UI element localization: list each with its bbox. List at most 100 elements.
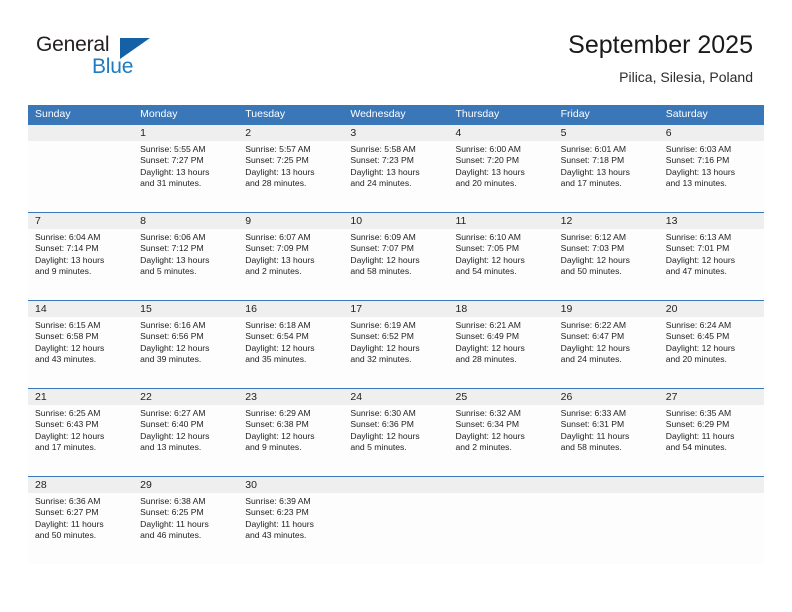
day-details: Sunrise: 6:32 AM Sunset: 6:34 PM Dayligh… bbox=[456, 405, 554, 453]
day-details: Sunrise: 6:12 AM Sunset: 7:03 PM Dayligh… bbox=[561, 229, 659, 277]
day-cell[interactable]: 21 Sunrise: 6:25 AM Sunset: 6:43 PM Dayl… bbox=[28, 389, 133, 476]
sunset-text: Sunset: 6:23 PM bbox=[245, 507, 309, 518]
day-details: Sunrise: 6:24 AM Sunset: 6:45 PM Dayligh… bbox=[666, 317, 764, 365]
day-details: Sunrise: 6:38 AM Sunset: 6:25 PM Dayligh… bbox=[140, 493, 238, 541]
daylight-text-line1: Daylight: 13 hours bbox=[245, 166, 315, 177]
daylight-text-line1: Daylight: 13 hours bbox=[140, 166, 210, 177]
daylight-text-line2: and 9 minutes. bbox=[35, 265, 92, 276]
sunrise-text: Sunrise: 6:15 AM bbox=[35, 320, 101, 330]
daylight-text-line1: Daylight: 12 hours bbox=[455, 254, 525, 265]
sunrise-text: Sunrise: 6:22 AM bbox=[560, 320, 627, 330]
general-blue-logo[interactable]: General Blue bbox=[36, 33, 236, 89]
day-cell[interactable] bbox=[449, 477, 554, 564]
day-cell[interactable]: 18 Sunrise: 6:21 AM Sunset: 6:49 PM Dayl… bbox=[449, 301, 554, 388]
logo-text-general: General bbox=[36, 33, 110, 56]
sunrise-text: Sunrise: 6:32 AM bbox=[455, 408, 521, 418]
day-cell[interactable]: 2 Sunrise: 5:57 AM Sunset: 7:25 PM Dayli… bbox=[238, 125, 343, 212]
day-cell[interactable]: 6 Sunrise: 6:03 AM Sunset: 7:16 PM Dayli… bbox=[659, 125, 764, 212]
sunset-text: Sunset: 6:49 PM bbox=[455, 331, 520, 342]
day-details: Sunrise: 6:04 AM Sunset: 7:14 PM Dayligh… bbox=[35, 229, 133, 277]
day-cell[interactable]: 13 Sunrise: 6:13 AM Sunset: 7:01 PM Dayl… bbox=[659, 213, 764, 300]
day-cell[interactable]: 11 Sunrise: 6:10 AM Sunset: 7:05 PM Dayl… bbox=[449, 213, 554, 300]
daylight-text-line1: Daylight: 12 hours bbox=[350, 430, 420, 441]
daylight-text-line1: Daylight: 13 hours bbox=[245, 254, 315, 265]
day-cell[interactable]: 1 Sunrise: 5:55 AM Sunset: 7:27 PM Dayli… bbox=[133, 125, 238, 212]
sunset-text: Sunset: 7:14 PM bbox=[35, 243, 99, 254]
day-cell[interactable]: 12 Sunrise: 6:12 AM Sunset: 7:03 PM Dayl… bbox=[554, 213, 659, 300]
title-block: September 2025 Pilica, Silesia, Poland bbox=[568, 30, 753, 87]
day-cell[interactable]: 7 Sunrise: 6:04 AM Sunset: 7:14 PM Dayli… bbox=[28, 213, 133, 300]
week-row: 1 Sunrise: 5:55 AM Sunset: 7:27 PM Dayli… bbox=[28, 124, 764, 212]
weekday-header-saturday: Saturday bbox=[665, 108, 708, 120]
sunrise-text: Sunrise: 6:16 AM bbox=[140, 320, 206, 330]
weekday-header-monday: Monday bbox=[140, 108, 178, 120]
day-cell[interactable]: 10 Sunrise: 6:09 AM Sunset: 7:07 PM Dayl… bbox=[343, 213, 448, 300]
sunset-text: Sunset: 6:58 PM bbox=[35, 331, 99, 342]
day-cell[interactable] bbox=[659, 477, 764, 564]
day-cell[interactable]: 23 Sunrise: 6:29 AM Sunset: 6:38 PM Dayl… bbox=[238, 389, 343, 476]
sunset-text: Sunset: 6:45 PM bbox=[665, 331, 730, 342]
day-cell[interactable]: 19 Sunrise: 6:22 AM Sunset: 6:47 PM Dayl… bbox=[554, 301, 659, 388]
day-cell[interactable]: 8 Sunrise: 6:06 AM Sunset: 7:12 PM Dayli… bbox=[133, 213, 238, 300]
day-cell[interactable]: 28 Sunrise: 6:36 AM Sunset: 6:27 PM Dayl… bbox=[28, 477, 133, 564]
day-number: 17 bbox=[350, 303, 363, 315]
day-details: Sunrise: 6:30 AM Sunset: 6:36 PM Dayligh… bbox=[350, 405, 448, 453]
day-cell[interactable]: 30 Sunrise: 6:39 AM Sunset: 6:23 PM Dayl… bbox=[238, 477, 343, 564]
sunrise-text: Sunrise: 6:00 AM bbox=[455, 144, 521, 154]
day-details: Sunrise: 6:00 AM Sunset: 7:20 PM Dayligh… bbox=[456, 141, 554, 189]
daylight-text-line1: Daylight: 11 hours bbox=[35, 518, 104, 529]
day-cell[interactable] bbox=[28, 125, 133, 212]
day-number: 27 bbox=[665, 391, 678, 403]
daylight-text-line1: Daylight: 12 hours bbox=[665, 342, 736, 353]
daylight-text-line2: and 13 minutes. bbox=[665, 177, 727, 188]
sunset-text: Sunset: 6:36 PM bbox=[350, 419, 414, 430]
daylight-text-line1: Daylight: 13 hours bbox=[560, 166, 630, 177]
day-number: 11 bbox=[455, 215, 467, 227]
day-cell[interactable]: 5 Sunrise: 6:01 AM Sunset: 7:18 PM Dayli… bbox=[554, 125, 659, 212]
day-number: 10 bbox=[350, 215, 363, 227]
day-cell[interactable]: 15 Sunrise: 6:16 AM Sunset: 6:56 PM Dayl… bbox=[133, 301, 238, 388]
day-details: Sunrise: 6:16 AM Sunset: 6:56 PM Dayligh… bbox=[140, 317, 238, 365]
day-cell[interactable]: 27 Sunrise: 6:35 AM Sunset: 6:29 PM Dayl… bbox=[659, 389, 764, 476]
daylight-text-line2: and 39 minutes. bbox=[140, 353, 202, 364]
day-details: Sunrise: 6:13 AM Sunset: 7:01 PM Dayligh… bbox=[666, 229, 764, 277]
day-number: 7 bbox=[35, 215, 41, 227]
week-row: 21 Sunrise: 6:25 AM Sunset: 6:43 PM Dayl… bbox=[28, 388, 764, 476]
day-number: 3 bbox=[350, 127, 357, 139]
day-cell[interactable]: 16 Sunrise: 6:18 AM Sunset: 6:54 PM Dayl… bbox=[238, 301, 343, 388]
page-title: September 2025 bbox=[568, 31, 753, 59]
day-cell[interactable] bbox=[554, 477, 659, 564]
day-cell[interactable]: 14 Sunrise: 6:15 AM Sunset: 6:58 PM Dayl… bbox=[28, 301, 133, 388]
day-cell[interactable]: 24 Sunrise: 6:30 AM Sunset: 6:36 PM Dayl… bbox=[343, 389, 448, 476]
day-cell[interactable]: 26 Sunrise: 6:33 AM Sunset: 6:31 PM Dayl… bbox=[554, 389, 659, 476]
daylight-text-line2: and 32 minutes. bbox=[350, 353, 412, 364]
daylight-text-line2: and 47 minutes. bbox=[665, 265, 727, 276]
daylight-text-line1: Daylight: 13 hours bbox=[665, 166, 736, 177]
sunrise-text: Sunrise: 6:25 AM bbox=[35, 408, 101, 418]
daylight-text-line2: and 54 minutes. bbox=[665, 441, 727, 452]
day-cell[interactable]: 9 Sunrise: 6:07 AM Sunset: 7:09 PM Dayli… bbox=[238, 213, 343, 300]
sunrise-text: Sunrise: 6:06 AM bbox=[140, 232, 206, 242]
weekday-header-friday: Friday bbox=[560, 108, 590, 120]
daylight-text-line2: and 2 minutes. bbox=[245, 265, 302, 276]
sunrise-text: Sunrise: 5:58 AM bbox=[350, 144, 416, 154]
day-details: Sunrise: 6:33 AM Sunset: 6:31 PM Dayligh… bbox=[561, 405, 659, 453]
daylight-text-line1: Daylight: 12 hours bbox=[35, 430, 105, 441]
day-number: 8 bbox=[140, 215, 146, 227]
sunrise-text: Sunrise: 6:30 AM bbox=[350, 408, 416, 418]
day-number: 25 bbox=[455, 391, 468, 403]
sunrise-text: Sunrise: 6:09 AM bbox=[350, 232, 416, 242]
day-cell[interactable]: 17 Sunrise: 6:19 AM Sunset: 6:52 PM Dayl… bbox=[343, 301, 448, 388]
sunset-text: Sunset: 6:52 PM bbox=[350, 331, 414, 342]
day-details: Sunrise: 6:07 AM Sunset: 7:09 PM Dayligh… bbox=[245, 229, 343, 277]
day-cell[interactable]: 20 Sunrise: 6:24 AM Sunset: 6:45 PM Dayl… bbox=[659, 301, 764, 388]
day-cell[interactable]: 4 Sunrise: 6:00 AM Sunset: 7:20 PM Dayli… bbox=[449, 125, 554, 212]
day-cell[interactable]: 29 Sunrise: 6:38 AM Sunset: 6:25 PM Dayl… bbox=[133, 477, 238, 564]
day-cell[interactable]: 22 Sunrise: 6:27 AM Sunset: 6:40 PM Dayl… bbox=[133, 389, 238, 476]
sunset-text: Sunset: 7:18 PM bbox=[560, 155, 625, 166]
daylight-text-line1: Daylight: 12 hours bbox=[665, 254, 736, 265]
day-cell[interactable] bbox=[343, 477, 448, 564]
sunset-text: Sunset: 6:43 PM bbox=[35, 419, 99, 430]
day-cell[interactable]: 3 Sunrise: 5:58 AM Sunset: 7:23 PM Dayli… bbox=[343, 125, 448, 212]
day-cell[interactable]: 25 Sunrise: 6:32 AM Sunset: 6:34 PM Dayl… bbox=[449, 389, 554, 476]
